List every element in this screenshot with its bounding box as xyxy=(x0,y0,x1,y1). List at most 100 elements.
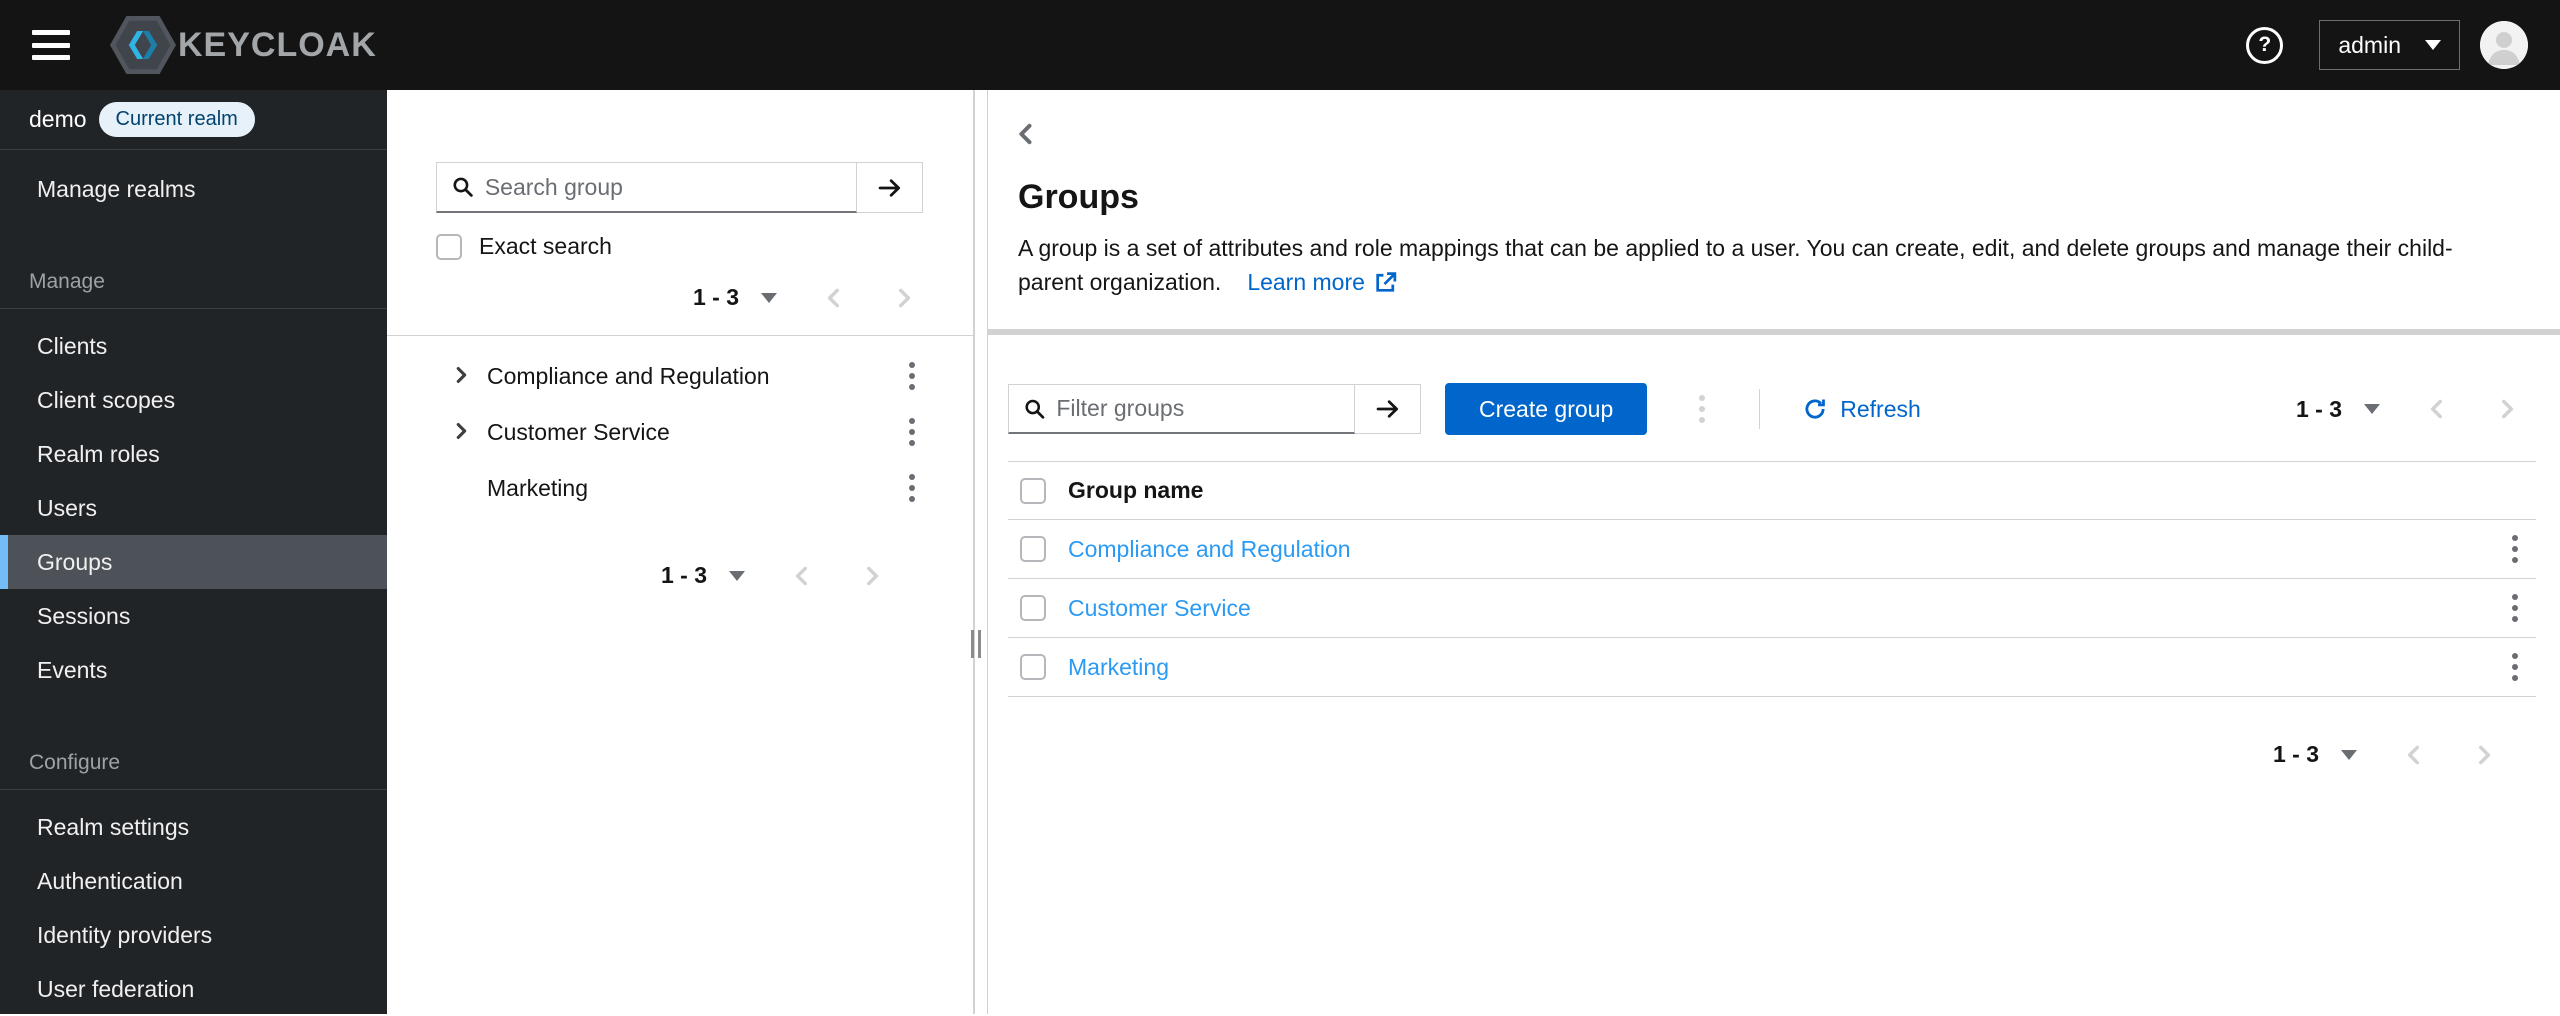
select-all-checkbox[interactable] xyxy=(1020,478,1046,504)
sidebar-item-manage-realms[interactable]: Manage realms xyxy=(0,162,387,216)
chevron-down-icon xyxy=(2425,40,2441,50)
sidebar-item-authentication[interactable]: Authentication xyxy=(0,854,387,908)
next-page-button[interactable] xyxy=(859,563,885,589)
search-icon xyxy=(451,174,475,200)
main-content: Groups A group is a set of attributes an… xyxy=(987,90,2560,1014)
page-title: Groups xyxy=(1018,178,2520,217)
user-menu-dropdown[interactable]: admin xyxy=(2319,20,2460,70)
tree-item: Customer Service xyxy=(436,404,923,460)
tree-item: Compliance and Regulation xyxy=(436,348,923,404)
group-link[interactable]: Compliance and Regulation xyxy=(1068,536,1351,563)
sidebar-item-sessions[interactable]: Sessions xyxy=(0,589,387,643)
exact-search-checkbox[interactable] xyxy=(436,234,462,260)
avatar[interactable] xyxy=(2480,21,2528,69)
pagination-options-caret-icon[interactable] xyxy=(729,571,745,581)
chevron-left-icon xyxy=(821,285,847,311)
tree-item: Marketing xyxy=(436,460,923,516)
brand-text: KEYCLOAK xyxy=(178,26,377,65)
page-header: Groups A group is a set of attributes an… xyxy=(988,90,2560,299)
groups-toolbar: Create group Refresh 1 - 3 xyxy=(988,335,2560,435)
kebab-menu-icon[interactable] xyxy=(901,358,923,394)
chevron-right-icon xyxy=(891,285,917,311)
help-glyph: ? xyxy=(2258,33,2271,57)
external-link-icon xyxy=(1373,270,1398,295)
pagination-range: 1 - 3 xyxy=(693,284,739,311)
exact-search-row: Exact search xyxy=(436,233,923,260)
chevron-right-icon xyxy=(2471,742,2497,768)
kebab-menu-icon[interactable] xyxy=(2504,649,2526,685)
table-pagination-bottom: 1 - 3 xyxy=(988,741,2497,768)
chevron-left-icon xyxy=(2401,742,2427,768)
refresh-button[interactable]: Refresh xyxy=(1802,396,1921,423)
prev-page-button[interactable] xyxy=(821,285,847,311)
help-icon[interactable]: ? xyxy=(2246,27,2283,64)
tree-pagination-top: 1 - 3 xyxy=(436,284,923,311)
groups-tree-panel: Exact search 1 - 3 Compliance and Regula… xyxy=(387,90,975,1014)
chevron-right-icon xyxy=(2494,396,2520,422)
tree-item-label[interactable]: Compliance and Regulation xyxy=(487,363,770,390)
sidebar-item-client-scopes[interactable]: Client scopes xyxy=(0,373,387,427)
column-header-group-name: Group name xyxy=(1068,477,1203,504)
expand-chevron-icon[interactable] xyxy=(448,419,474,445)
pagination-options-caret-icon[interactable] xyxy=(761,293,777,303)
kebab-menu-icon[interactable] xyxy=(901,414,923,450)
table-pagination-top: 1 - 3 xyxy=(2296,396,2520,423)
toolbar-divider xyxy=(1759,389,1760,429)
kebab-menu-icon[interactable] xyxy=(901,470,923,506)
tree-item-label[interactable]: Marketing xyxy=(487,475,588,502)
sidebar-item-identity-providers[interactable]: Identity providers xyxy=(0,908,387,962)
sidebar-item-clients[interactable]: Clients xyxy=(0,319,387,373)
groups-table: Group name Compliance and Regulation Cus… xyxy=(1008,461,2536,697)
sidebar-item-events[interactable]: Events xyxy=(0,643,387,697)
refresh-label: Refresh xyxy=(1840,396,1921,423)
user-menu-label: admin xyxy=(2338,32,2401,59)
prev-page-button[interactable] xyxy=(789,563,815,589)
learn-more-link[interactable]: Learn more xyxy=(1247,265,1398,299)
search-group-input[interactable] xyxy=(485,174,856,201)
sidebar-item-groups[interactable]: Groups xyxy=(0,535,387,589)
pagination-options-caret-icon[interactable] xyxy=(2364,404,2380,414)
kebab-menu-icon[interactable] xyxy=(2504,590,2526,626)
hamburger-menu-icon[interactable] xyxy=(32,30,70,60)
sidebar-item-user-federation[interactable]: User federation xyxy=(0,962,387,1016)
next-page-button[interactable] xyxy=(2471,742,2497,768)
create-group-button[interactable]: Create group xyxy=(1445,383,1647,435)
row-checkbox[interactable] xyxy=(1020,536,1046,562)
search-icon xyxy=(1023,396,1046,422)
prev-page-button[interactable] xyxy=(2424,396,2450,422)
pagination-options-caret-icon[interactable] xyxy=(2341,750,2357,760)
pagination-range: 1 - 3 xyxy=(2296,396,2342,423)
table-row: Compliance and Regulation xyxy=(1008,520,2536,579)
toolbar-kebab-icon[interactable] xyxy=(1691,391,1713,427)
prev-page-button[interactable] xyxy=(2401,742,2427,768)
refresh-icon xyxy=(1802,396,1828,422)
tree-divider xyxy=(387,335,973,336)
exact-search-label: Exact search xyxy=(479,233,612,260)
row-checkbox[interactable] xyxy=(1020,654,1046,680)
arrow-right-icon xyxy=(1374,395,1402,423)
groups-tree: Compliance and Regulation Customer Servi… xyxy=(436,348,923,516)
search-submit-button[interactable] xyxy=(857,162,923,213)
collapse-drawer-icon[interactable] xyxy=(1012,120,1040,151)
sidebar-item-realm-settings[interactable]: Realm settings xyxy=(0,800,387,854)
group-link[interactable]: Customer Service xyxy=(1068,595,1251,622)
sidebar-nav: demo Current realm Manage realms Manage … xyxy=(0,90,387,1014)
row-checkbox[interactable] xyxy=(1020,595,1046,621)
arrow-right-icon xyxy=(876,174,904,202)
kebab-menu-icon[interactable] xyxy=(2504,531,2526,567)
realm-selector[interactable]: demo Current realm xyxy=(0,90,387,150)
sidebar-item-realm-roles[interactable]: Realm roles xyxy=(0,427,387,481)
next-page-button[interactable] xyxy=(2494,396,2520,422)
drag-handle-icon xyxy=(971,630,981,658)
group-link[interactable]: Marketing xyxy=(1068,654,1169,681)
chevron-left-icon xyxy=(2424,396,2450,422)
filter-submit-button[interactable] xyxy=(1355,384,1421,434)
sidebar-item-users[interactable]: Users xyxy=(0,481,387,535)
tree-pagination-bottom: 1 - 3 xyxy=(436,562,923,589)
tree-item-label[interactable]: Customer Service xyxy=(487,419,670,446)
filter-groups-input[interactable] xyxy=(1056,395,1354,422)
table-row: Customer Service xyxy=(1008,579,2536,638)
panel-splitter[interactable] xyxy=(969,90,983,1014)
expand-chevron-icon[interactable] xyxy=(448,363,474,389)
next-page-button[interactable] xyxy=(891,285,917,311)
